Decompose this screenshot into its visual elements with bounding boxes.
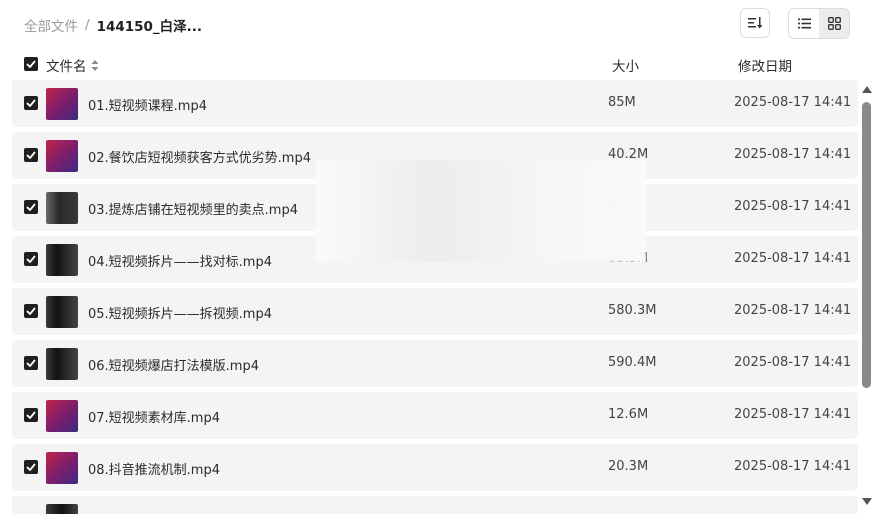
file-size: 590.4M — [608, 355, 657, 370]
sort-arrows-icon — [91, 59, 98, 71]
file-name[interactable]: 05.短视频拆片——拆视频.mp4 — [88, 303, 272, 322]
check-icon — [26, 255, 36, 263]
file-name[interactable]: 07.短视频素材库.mp4 — [88, 407, 220, 426]
scrollbar-thumb[interactable] — [862, 102, 871, 388]
breadcrumb-current-folder: 144150_白泽... — [96, 19, 203, 35]
file-date: 2025-08-17 14:41 — [734, 199, 852, 214]
file-row[interactable]: 07.短视频素材库.mp4 12.6M 2025-08-17 14:41 — [12, 392, 858, 439]
row-checkbox[interactable] — [24, 148, 38, 162]
file-date: 2025-08-17 14:41 — [734, 303, 852, 318]
video-thumbnail-icon — [46, 400, 78, 432]
column-header-date[interactable]: 修改日期 — [738, 55, 792, 75]
check-icon — [26, 60, 36, 68]
sort-icon — [748, 17, 762, 29]
check-icon — [26, 359, 36, 367]
video-thumbnail-icon — [46, 192, 78, 224]
check-icon — [26, 99, 36, 107]
video-thumbnail-icon — [46, 348, 78, 380]
file-row[interactable]: 08.抖音推流机制.mp4 20.3M 2025-08-17 14:41 — [12, 444, 858, 491]
grid-icon — [827, 17, 841, 30]
video-thumbnail-icon — [46, 296, 78, 328]
file-row[interactable]: 05.短视频拆片——拆视频.mp4 580.3M 2025-08-17 14:41 — [12, 288, 858, 335]
breadcrumb-separator: / — [85, 17, 90, 33]
video-thumbnail-icon — [46, 452, 78, 484]
file-name[interactable]: 06.短视频爆店打法模版.mp4 — [88, 355, 259, 374]
column-header-name[interactable]: 文件名 — [46, 55, 99, 75]
view-mode-toggle — [788, 8, 850, 39]
file-size: 12.6M — [608, 407, 649, 422]
video-thumbnail-icon — [46, 140, 78, 172]
file-size: 85M — [608, 95, 636, 110]
check-icon — [26, 151, 36, 159]
file-name[interactable]: 04.短视频拆片——找对标.mp4 — [88, 251, 272, 270]
list-view-button[interactable] — [789, 9, 819, 38]
row-checkbox[interactable] — [24, 460, 38, 474]
file-date: 2025-08-17 14:41 — [734, 147, 852, 162]
scrollbar[interactable] — [860, 84, 874, 510]
file-name[interactable]: 08.抖音推流机制.mp4 — [88, 459, 220, 478]
file-date: 2025-08-17 14:41 — [734, 355, 852, 370]
video-thumbnail-icon — [46, 244, 78, 276]
file-size: 580.3M — [608, 303, 657, 318]
file-date: 2025-08-17 14:41 — [734, 407, 852, 422]
grid-view-button[interactable] — [819, 9, 849, 38]
file-size: 20.3M — [608, 459, 649, 474]
scroll-down-arrow-icon[interactable] — [862, 498, 872, 505]
check-icon — [26, 307, 36, 315]
blurred-overlay — [316, 160, 646, 262]
file-date: 2025-08-17 14:41 — [734, 251, 852, 266]
file-date: 2025-08-17 14:41 — [734, 95, 852, 110]
check-icon — [26, 463, 36, 471]
check-icon — [26, 203, 36, 211]
video-thumbnail-icon — [46, 88, 78, 120]
file-name[interactable]: 01.短视频课程.mp4 — [88, 95, 207, 114]
breadcrumb-root-link[interactable]: 全部文件 — [24, 15, 78, 35]
column-header-name-label: 文件名 — [46, 59, 87, 75]
row-checkbox[interactable] — [24, 96, 38, 110]
file-date: 2025-08-17 14:41 — [734, 459, 852, 474]
file-row[interactable] — [12, 496, 858, 514]
row-checkbox[interactable] — [24, 200, 38, 214]
file-list-header: 文件名 大小 修改日期 — [0, 52, 874, 76]
file-name[interactable]: 02.餐饮店短视频获客方式优劣势.mp4 — [88, 147, 311, 166]
row-checkbox[interactable] — [24, 252, 38, 266]
file-row[interactable]: 01.短视频课程.mp4 85M 2025-08-17 14:41 — [12, 80, 858, 127]
row-checkbox[interactable] — [24, 356, 38, 370]
row-checkbox[interactable] — [24, 304, 38, 318]
row-checkbox[interactable] — [24, 408, 38, 422]
list-icon — [797, 18, 811, 29]
breadcrumb: 全部文件 / 144150_白泽... — [24, 15, 202, 35]
check-icon — [26, 411, 36, 419]
scroll-up-arrow-icon[interactable] — [862, 86, 872, 93]
sort-button[interactable] — [740, 8, 770, 38]
file-name[interactable]: 03.提炼店铺在短视频里的卖点.mp4 — [88, 199, 298, 218]
select-all-checkbox[interactable] — [24, 57, 38, 71]
column-header-size[interactable]: 大小 — [612, 55, 639, 75]
file-row[interactable]: 06.短视频爆店打法模版.mp4 590.4M 2025-08-17 14:41 — [12, 340, 858, 387]
video-thumbnail-icon — [46, 504, 78, 514]
